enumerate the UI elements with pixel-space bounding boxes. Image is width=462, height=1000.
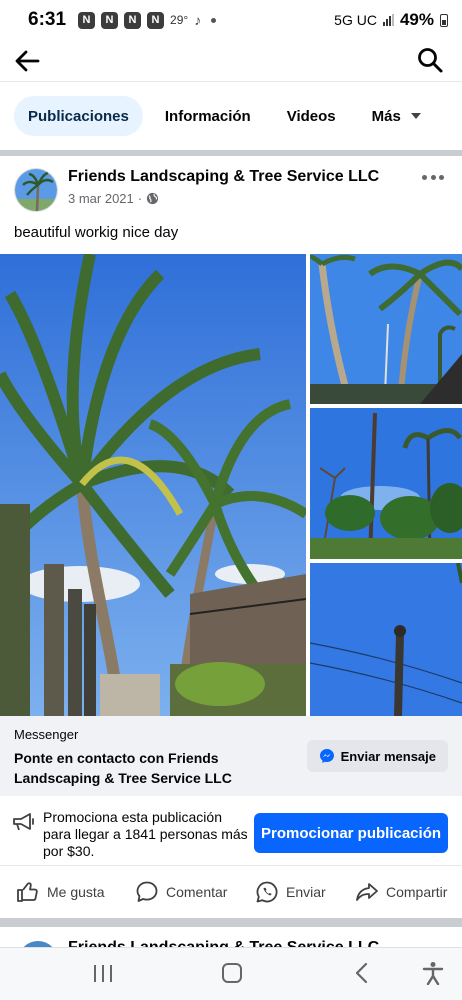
status-time: 6:31 [28, 9, 67, 30]
page-avatar[interactable] [14, 168, 58, 212]
tab-label: Publicaciones [28, 107, 129, 125]
like-button[interactable]: Me gusta [16, 880, 105, 904]
top-bar [0, 40, 462, 82]
recent-apps-icon[interactable] [94, 965, 112, 982]
more-options-icon[interactable] [422, 170, 444, 184]
network-type: 5G UC [334, 12, 377, 28]
caret-down-icon [410, 113, 421, 119]
post-meta: 3 mar 2021 · [68, 191, 159, 206]
promotion-text: Promociona esta publicación para llegar … [43, 809, 248, 859]
battery-icon [440, 13, 448, 27]
status-bar: 6:31 N N N N 29° ♪ 5G UC 49% [0, 0, 462, 40]
like-label: Me gusta [47, 884, 105, 900]
signal-icon [382, 14, 394, 26]
tab-videos[interactable]: Videos [273, 96, 350, 136]
share-label: Compartir [386, 884, 448, 900]
search-icon[interactable] [416, 46, 444, 74]
comment-button[interactable]: Comentar [135, 880, 227, 904]
notification-icon: N [147, 11, 165, 29]
page-name[interactable]: Friends Landscaping & Tree Service LLC [68, 939, 379, 947]
section-divider [0, 918, 462, 927]
home-icon[interactable] [222, 963, 242, 983]
accessibility-icon[interactable] [422, 961, 444, 985]
notification-icon: N [124, 11, 142, 29]
messenger-text: Ponte en contacto con Friends Landscapin… [14, 750, 232, 786]
back-arrow-icon[interactable] [14, 48, 40, 74]
battery-percentage: 49% [399, 10, 434, 29]
profile-tabs: Publicaciones Información Videos Más [0, 82, 462, 150]
post-text: beautiful workig nice day [14, 224, 179, 241]
status-right: 5G UC 49% [334, 10, 448, 30]
post-photo-main[interactable] [0, 254, 306, 716]
megaphone-icon [13, 813, 34, 831]
weather-temperature: 29° [170, 13, 189, 27]
tab-informacion[interactable]: Información [151, 96, 265, 136]
post-photo-2[interactable] [310, 254, 462, 404]
section-divider [0, 150, 462, 156]
globe-icon [147, 192, 159, 205]
post-photo-3[interactable] [310, 408, 462, 559]
meta-separator: · [137, 191, 143, 206]
send-message-label: Enviar mensaje [340, 748, 436, 764]
post-date[interactable]: 3 mar 2021 [68, 191, 134, 206]
post-photo-grid [0, 254, 462, 716]
promotion-row: Promociona esta publicación para llegar … [0, 800, 462, 866]
send-label: Enviar [286, 884, 326, 900]
share-icon [356, 883, 378, 901]
send-button[interactable]: Enviar [255, 880, 326, 904]
status-left: 6:31 N N N N 29° ♪ [28, 9, 217, 31]
next-post-header: Friends Landscaping & Tree Service LLC [0, 927, 462, 947]
post-header: Friends Landscaping & Tree Service LLC 3… [0, 160, 462, 220]
tab-label: Videos [286, 107, 336, 125]
comment-icon [136, 881, 158, 902]
back-icon[interactable] [352, 962, 372, 984]
post-photo-4[interactable] [310, 563, 462, 716]
tiktok-icon: ♪ [194, 12, 202, 28]
whatsapp-icon [256, 881, 278, 903]
tab-label: Más [371, 107, 401, 125]
notification-icon: N [78, 11, 96, 29]
messenger-label: Messenger [14, 727, 79, 742]
thumbs-up-icon [17, 882, 38, 902]
notification-icon: N [101, 11, 119, 29]
tab-publicaciones[interactable]: Publicaciones [14, 96, 143, 136]
share-button[interactable]: Compartir [355, 880, 447, 904]
tab-mas[interactable]: Más [358, 96, 435, 136]
comment-label: Comentar [166, 884, 228, 900]
messenger-cta: Messenger Ponte en contacto con Friends … [0, 716, 462, 796]
system-navigation-bar [0, 947, 462, 1000]
page-name[interactable]: Friends Landscaping & Tree Service LLC [68, 168, 379, 186]
post-actions: Me gusta Comentar Enviar Compartir [0, 868, 462, 916]
tab-label: Información [164, 107, 251, 125]
send-message-button[interactable]: Enviar mensaje [306, 740, 448, 772]
promote-post-button[interactable]: Promocionar publicación [254, 813, 448, 853]
messenger-icon [319, 749, 334, 763]
more-notifications-icon [211, 17, 217, 23]
